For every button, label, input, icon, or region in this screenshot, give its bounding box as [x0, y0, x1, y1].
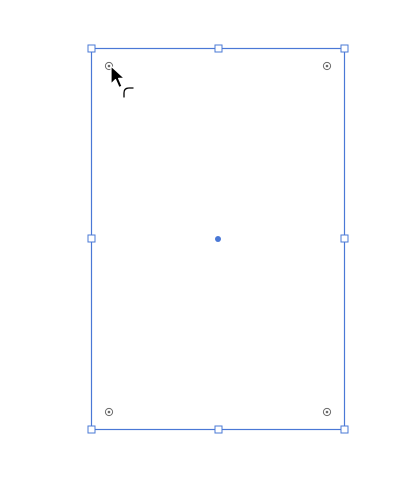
- top-right-handle[interactable]: [340, 44, 349, 53]
- top-left-handle[interactable]: [87, 44, 96, 53]
- top-center-handle[interactable]: [214, 44, 223, 53]
- arrow-cursor-icon: [110, 65, 126, 89]
- top-right-corner-widget[interactable]: [322, 61, 332, 71]
- bottom-left-handle[interactable]: [87, 425, 96, 434]
- middle-right-handle[interactable]: [340, 234, 349, 243]
- bottom-left-corner-widget[interactable]: [104, 407, 114, 417]
- middle-left-handle[interactable]: [87, 234, 96, 243]
- rounded-corner-cursor-icon: [123, 87, 134, 98]
- artboard-canvas[interactable]: [0, 0, 415, 479]
- bottom-right-handle[interactable]: [340, 425, 349, 434]
- center-point[interactable]: [215, 236, 221, 242]
- bottom-right-corner-widget[interactable]: [322, 407, 332, 417]
- selection-overlay: [87, 44, 349, 434]
- bottom-center-handle[interactable]: [214, 425, 223, 434]
